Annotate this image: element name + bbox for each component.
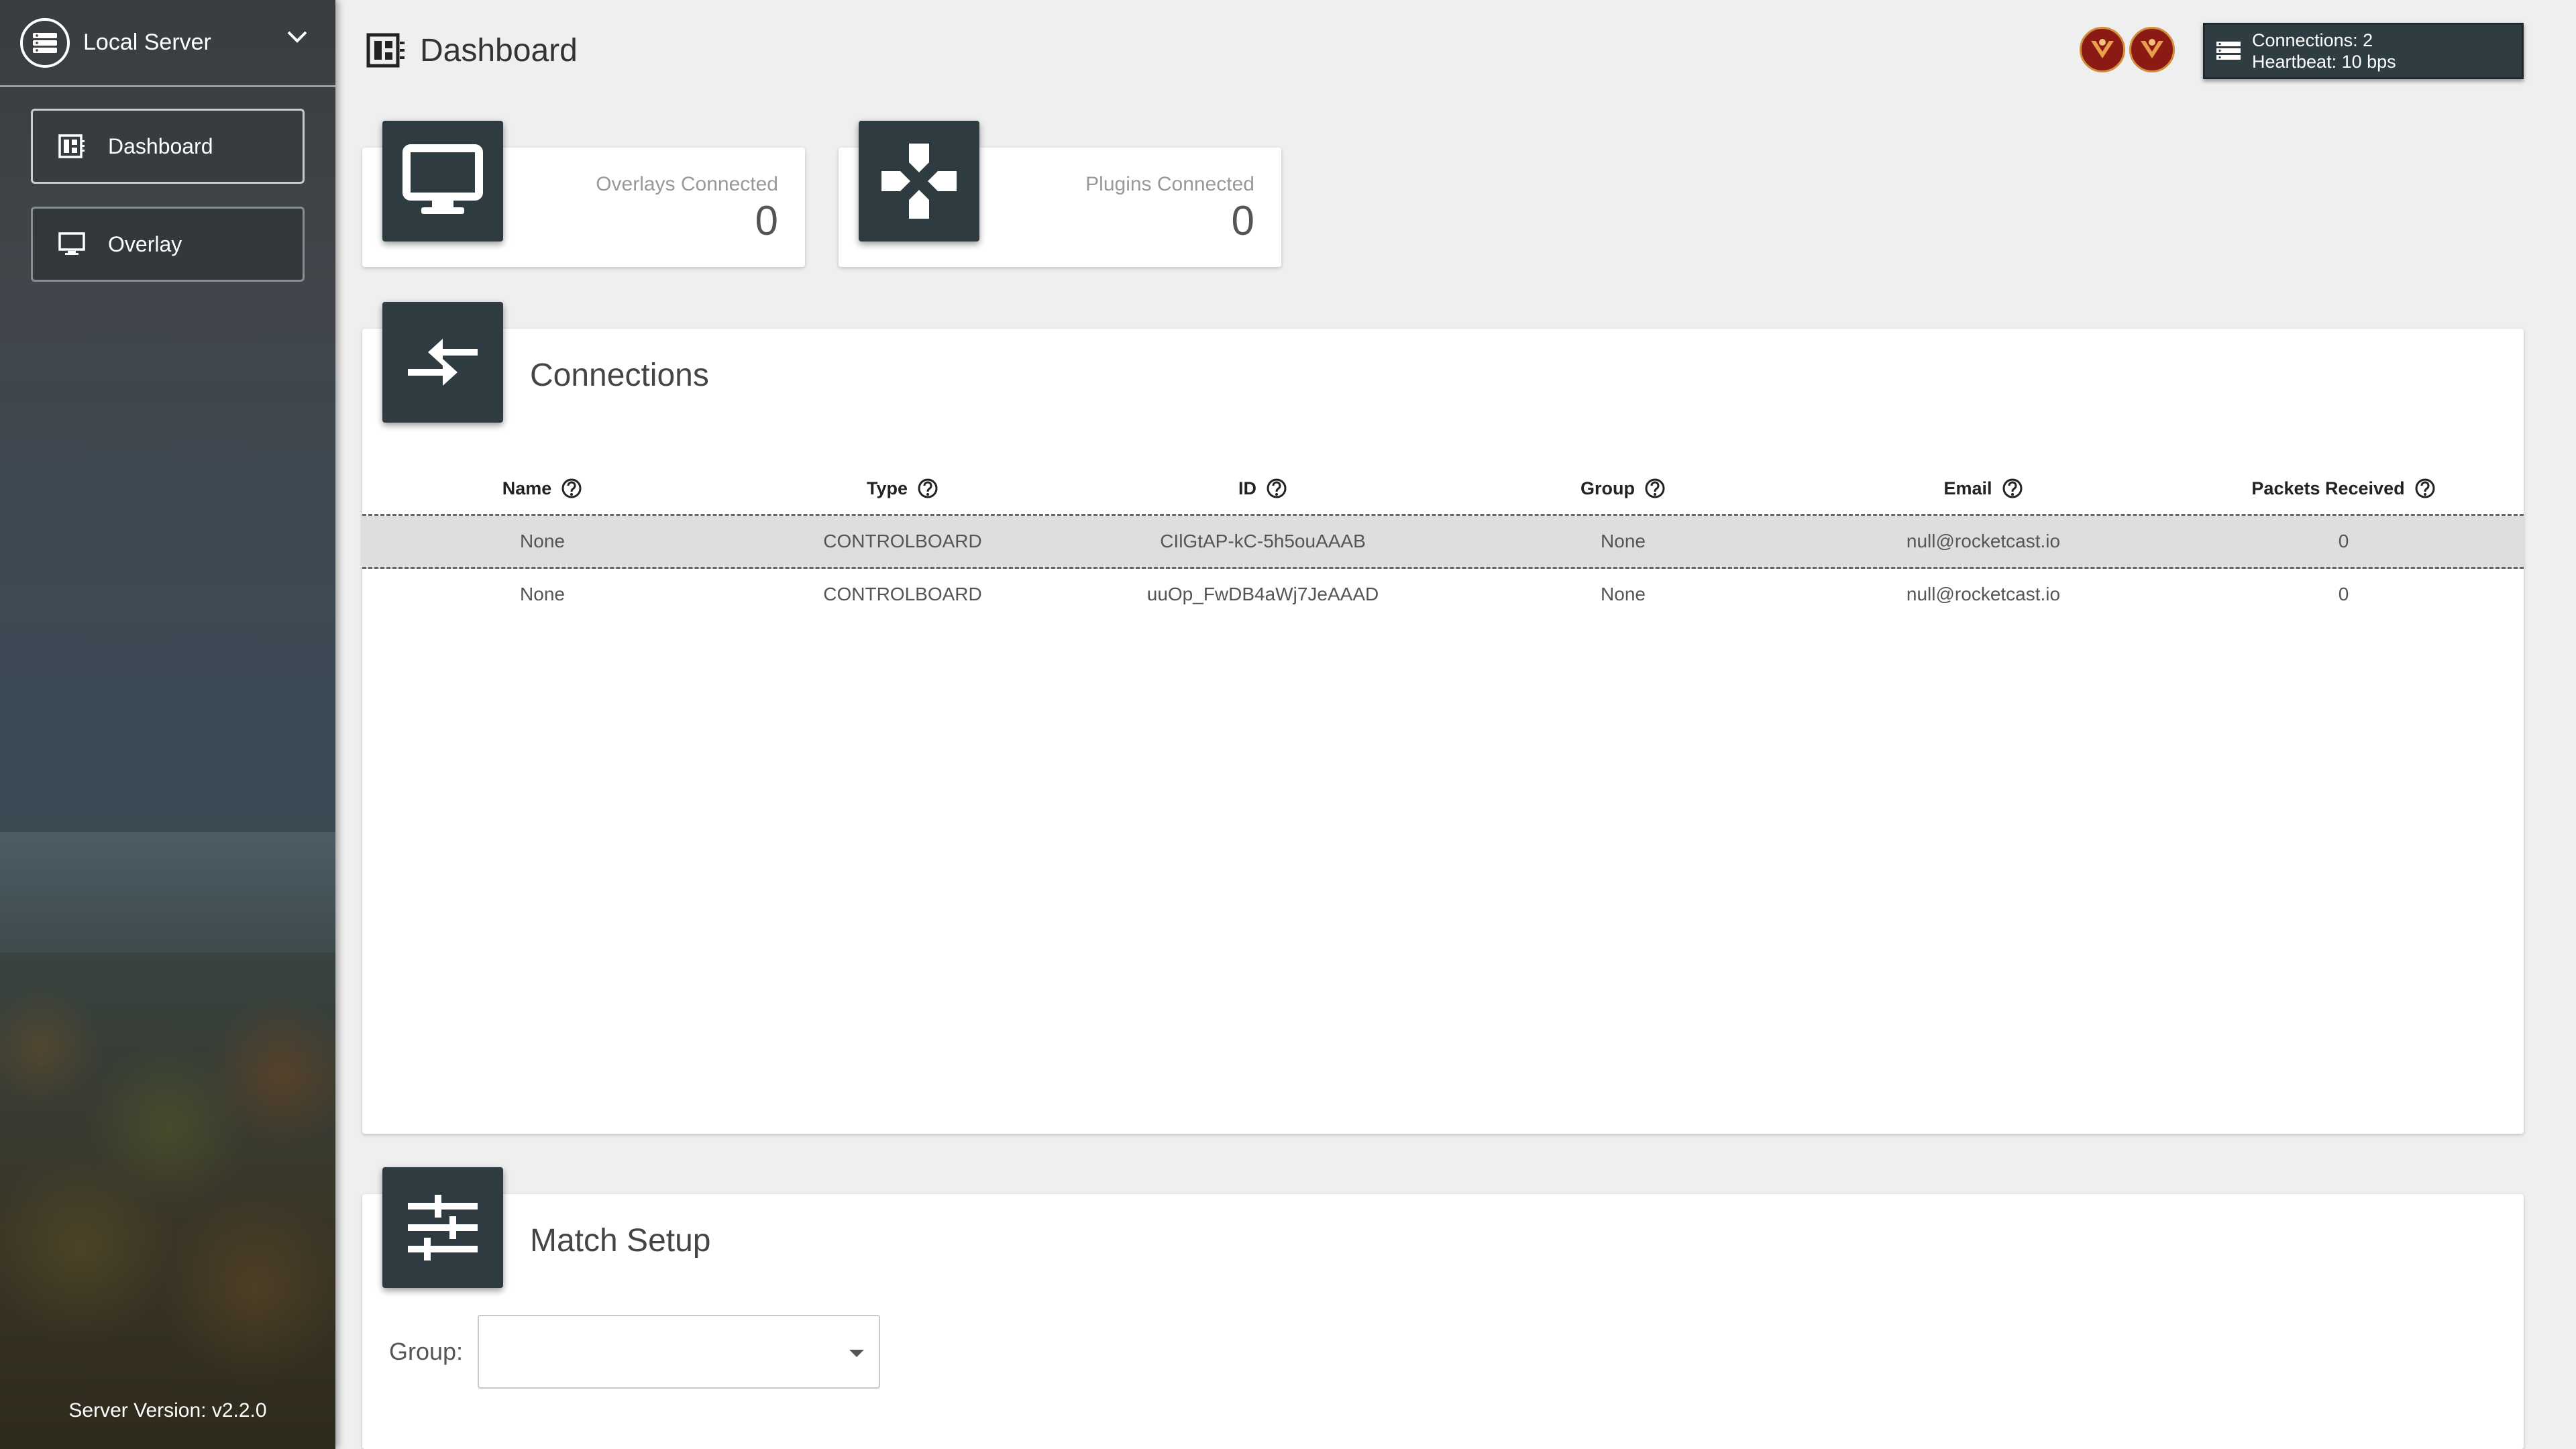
column-header-type[interactable]: Type: [722, 478, 1083, 499]
column-header-id[interactable]: ID: [1083, 478, 1443, 499]
cell-type: CONTROLBOARD: [823, 531, 982, 551]
server-selector[interactable]: Local Server: [0, 0, 335, 87]
help-icon[interactable]: [1644, 478, 1666, 499]
avatar[interactable]: [2080, 27, 2125, 72]
page-title-text: Dashboard: [420, 32, 578, 68]
caret-down-icon: [849, 1350, 865, 1357]
tune-icon: [382, 1167, 503, 1288]
cell-group: None: [1601, 531, 1646, 551]
server-icon: [2205, 40, 2252, 62]
connection-status: Connections: 2 Heartbeat: 10 bps: [2203, 23, 2524, 79]
dashboard-icon: [366, 33, 405, 68]
connections-table: Name Type ID Group Email Packets Receive…: [362, 463, 2524, 620]
server-icon: [20, 17, 70, 68]
help-icon[interactable]: [917, 478, 938, 499]
help-icon[interactable]: [2002, 478, 2023, 499]
chevron-down-icon: [286, 30, 309, 48]
cell-id: uuOp_FwDB4aWj7JeAAAD: [1146, 584, 1379, 604]
heartbeat-rate: Heartbeat: 10 bps: [2252, 52, 2396, 72]
user-avatars: [2080, 27, 2175, 72]
connections-title: Connections: [530, 358, 709, 393]
sidebar-item-dashboard[interactable]: Dashboard: [31, 109, 305, 184]
group-select[interactable]: [478, 1315, 881, 1389]
dashboard-icon: [57, 131, 87, 161]
cell-group: None: [1601, 584, 1646, 604]
background-trees: [0, 966, 335, 1449]
plugins-label: Plugins Connected: [1085, 173, 1254, 195]
help-icon[interactable]: [1266, 478, 1287, 499]
connections-panel: Connections Name Type ID Group Email Pac…: [362, 302, 2524, 1134]
plugins-value: 0: [1231, 198, 1254, 244]
connections-count: Connections: 2: [2252, 30, 2373, 50]
sidebar-item-overlay[interactable]: Overlay: [31, 207, 305, 282]
cell-email: null@rocketcast.io: [1906, 584, 2061, 604]
sidebar-item-label: Dashboard: [108, 133, 213, 158]
compare-arrows-icon: [382, 302, 503, 423]
overlays-value: 0: [755, 198, 778, 244]
match-setup-panel: Match Setup Group:: [362, 1167, 2524, 1449]
cell-type: CONTROLBOARD: [823, 584, 982, 604]
sidebar-item-label: Overlay: [108, 231, 182, 256]
server-label: Local Server: [83, 30, 211, 55]
help-icon[interactable]: [2414, 478, 2436, 499]
table-row[interactable]: None CONTROLBOARD uuOp_FwDB4aWj7JeAAAD N…: [362, 569, 2524, 620]
group-label: Group:: [389, 1338, 464, 1365]
cell-id: CIlGtAP-kC-5h5ouAAAB: [1160, 531, 1366, 551]
monitor-icon: [382, 121, 503, 241]
sidebar: Local Server Dashboard Overlay Server Ve…: [0, 0, 335, 1449]
cell-packets: 0: [2338, 531, 2349, 551]
cell-name: None: [520, 531, 565, 551]
overlays-label: Overlays Connected: [596, 173, 778, 195]
cell-email: null@rocketcast.io: [1906, 531, 2061, 551]
avatar[interactable]: [2129, 27, 2175, 72]
page-title: Dashboard: [366, 27, 578, 74]
gamepad-icon: [859, 121, 979, 241]
cell-packets: 0: [2338, 584, 2349, 604]
table-header: Name Type ID Group Email Packets Receive…: [362, 463, 2524, 516]
background-water: [0, 832, 335, 953]
column-header-name[interactable]: Name: [362, 478, 722, 499]
server-version: Server Version: v2.2.0: [68, 1399, 267, 1421]
plugins-card: Plugins Connected 0: [839, 121, 1281, 267]
monitor-icon: [57, 229, 87, 259]
cell-name: None: [520, 584, 565, 604]
help-icon[interactable]: [561, 478, 582, 499]
column-header-packets[interactable]: Packets Received: [2163, 478, 2524, 499]
column-header-email[interactable]: Email: [1803, 478, 2163, 499]
overlays-card: Overlays Connected 0: [362, 121, 805, 267]
group-field: Group:: [389, 1315, 881, 1389]
column-header-group[interactable]: Group: [1443, 478, 1803, 499]
match-setup-title: Match Setup: [530, 1223, 711, 1258]
table-row[interactable]: None CONTROLBOARD CIlGtAP-kC-5h5ouAAAB N…: [362, 516, 2524, 569]
